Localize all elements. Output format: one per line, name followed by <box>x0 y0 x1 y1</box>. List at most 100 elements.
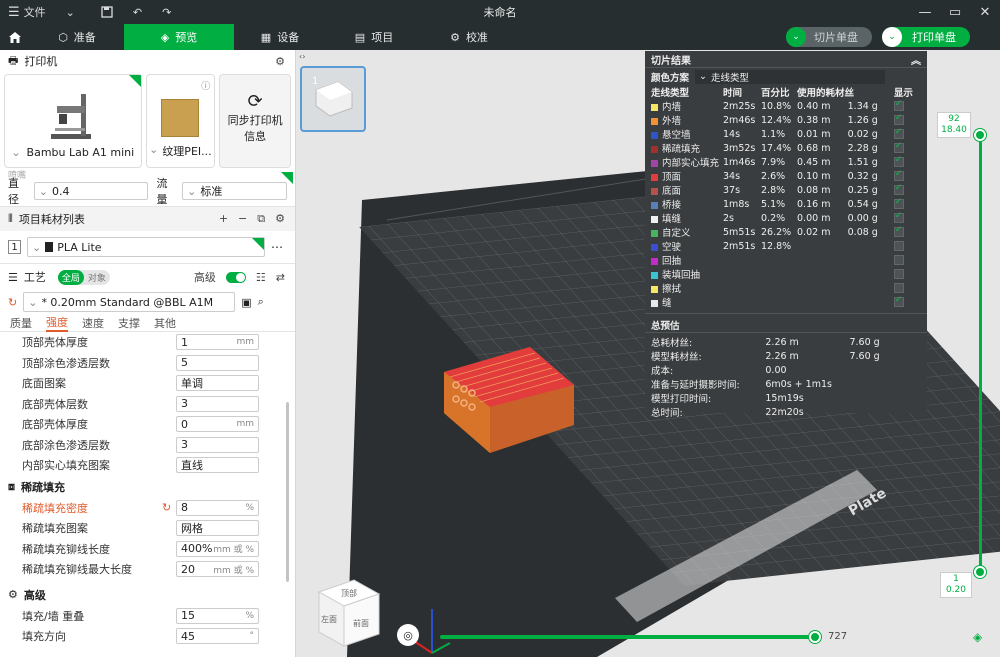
layer-slider-bottom-handle[interactable] <box>974 566 986 578</box>
visibility-checkbox[interactable] <box>893 295 904 307</box>
subtab-speed[interactable]: 速度 <box>82 315 104 331</box>
tab-preview[interactable]: ◈ 预览 <box>124 24 234 50</box>
view-cube-left[interactable]: 左面 <box>321 614 337 624</box>
reset-icon[interactable]: ↻ <box>162 501 171 514</box>
visibility-checkbox[interactable] <box>893 169 904 181</box>
scope-toggle[interactable]: 全局 对象 <box>57 269 110 285</box>
feature-row[interactable]: 填缝 2s 0.2% 0.00 m 0.00 g <box>649 211 923 225</box>
feature-row[interactable]: 自定义 5m51s 26.2% 0.02 m 0.08 g <box>649 225 923 239</box>
visibility-checkbox[interactable] <box>893 211 904 223</box>
feature-row[interactable]: 擦拭 <box>649 281 923 295</box>
param-input[interactable]: 8% <box>176 499 259 516</box>
printer-model-card[interactable]: ⌄ Bambu Lab A1 mini <box>4 74 142 168</box>
param-input[interactable]: 15% <box>176 607 259 624</box>
tab-device[interactable]: ▦ 设备 <box>234 24 326 50</box>
feature-row[interactable]: 外墙 2m46s 12.4% 0.38 m 1.26 g <box>649 113 923 127</box>
subtab-strength[interactable]: 强度 <box>46 314 68 332</box>
search-icon[interactable]: ⌕ <box>258 295 264 309</box>
maximize-button[interactable]: ▭ <box>940 0 970 24</box>
feature-row[interactable]: 顶面 34s 2.6% 0.10 m 0.32 g <box>649 169 923 183</box>
redo-button[interactable]: ↷ <box>156 6 177 19</box>
minimize-button[interactable]: — <box>910 0 940 24</box>
visibility-checkbox[interactable] <box>893 241 904 251</box>
feature-row[interactable]: 稀疏填充 3m52s 17.4% 0.68 m 2.28 g <box>649 141 923 155</box>
nozzle-diameter-select[interactable]: ⌄ 0.4 <box>33 182 149 200</box>
param-input[interactable]: 20 mm 或 % <box>176 561 259 578</box>
scope-global[interactable]: 全局 <box>57 269 84 285</box>
collapse-icon[interactable]: ︽ <box>911 52 921 67</box>
feature-row[interactable]: 底面 37s 2.8% 0.08 m 0.25 g <box>649 183 923 197</box>
model-preview[interactable] <box>440 347 580 457</box>
list-icon[interactable]: ☷ <box>256 271 266 284</box>
param-input[interactable]: 直线 <box>176 457 259 474</box>
subtab-support[interactable]: 支撑 <box>118 315 140 331</box>
param-input[interactable]: 1 mm <box>176 334 259 351</box>
compare-icon[interactable]: ⇄ <box>276 271 285 284</box>
collapse-sidebar-icon[interactable]: ‹› <box>299 52 305 61</box>
gear-icon[interactable]: ⚙ <box>275 55 285 68</box>
param-input[interactable]: 3 <box>176 395 259 412</box>
sync-printer-button[interactable]: ⟳ 同步打印机 信息 <box>219 74 291 168</box>
home-button[interactable] <box>0 24 30 50</box>
layers-toggle-icon[interactable]: ◈ <box>973 630 982 644</box>
slice-plate-button[interactable]: ⌄ 切片单盘 <box>786 27 872 47</box>
close-button[interactable]: ✕ <box>970 0 1000 24</box>
visibility-checkbox[interactable] <box>893 99 904 111</box>
move-slider-handle[interactable] <box>809 631 821 643</box>
visibility-checkbox[interactable] <box>893 127 904 139</box>
plate-type-card[interactable]: ⓘ ⌄ 纹理PEI... <box>145 74 216 168</box>
advanced-toggle[interactable] <box>225 271 246 283</box>
feature-row[interactable]: 内墙 2m25s 10.8% 0.40 m 1.34 g <box>649 99 923 113</box>
title-dropdown-button[interactable]: ⌄ <box>60 6 81 19</box>
param-input[interactable]: 5 <box>176 354 259 371</box>
fit-view-icon[interactable]: ◎ <box>397 624 419 646</box>
print-plate-button[interactable]: ⌄ 打印单盘 <box>882 27 970 47</box>
view-cube-front[interactable]: 前面 <box>353 618 369 628</box>
save-button[interactable] <box>95 6 119 18</box>
move-slider-track[interactable] <box>440 635 816 639</box>
subtab-others[interactable]: 其他 <box>154 315 176 331</box>
tab-project[interactable]: ▤ 项目 <box>326 24 422 50</box>
param-input[interactable]: 单调 <box>176 375 259 392</box>
visibility-checkbox[interactable] <box>893 283 904 293</box>
remove-icon[interactable]: − <box>238 212 247 226</box>
info-icon[interactable]: ⓘ <box>201 79 210 92</box>
tab-calibration[interactable]: ⚙ 校准 <box>422 24 516 50</box>
save-preset-icon[interactable]: ▣ <box>241 296 251 309</box>
chevron-down-icon[interactable]: ⌄ <box>786 27 806 47</box>
undo-button[interactable]: ↶ <box>127 6 148 19</box>
param-input[interactable]: 400% mm 或 % <box>176 540 259 557</box>
feature-row[interactable]: 回抽 <box>649 253 923 267</box>
reset-icon[interactable]: ↻ <box>8 296 17 309</box>
visibility-checkbox[interactable] <box>893 113 904 125</box>
feature-row[interactable]: 悬空墙 14s 1.1% 0.01 m 0.02 g <box>649 127 923 141</box>
filament-select[interactable]: ⌄ PLA Lite <box>27 237 265 257</box>
plate-thumbnail[interactable]: 1 <box>300 66 366 132</box>
subtab-quality[interactable]: 质量 <box>10 315 32 331</box>
file-menu[interactable]: ☰ 文件 <box>0 4 52 20</box>
visibility-checkbox[interactable] <box>893 183 904 195</box>
process-preset-select[interactable]: ⌄ * 0.20mm Standard @BBL A1M <box>23 292 236 312</box>
chevron-down-icon[interactable]: ⌄ <box>882 27 902 47</box>
more-options-icon[interactable]: ⋯ <box>271 240 283 254</box>
layer-slider-track[interactable] <box>979 135 982 572</box>
feature-row[interactable]: 空驶 2m51s 12.8% <box>649 239 923 253</box>
feature-row[interactable]: 缝 <box>649 295 923 309</box>
feature-row[interactable]: 内部实心填充 1m46s 7.9% 0.45 m 1.51 g <box>649 155 923 169</box>
layer-slider-top-handle[interactable] <box>974 129 986 141</box>
visibility-checkbox[interactable] <box>893 141 904 153</box>
feature-row[interactable]: 桥接 1m8s 5.1% 0.16 m 0.54 g <box>649 197 923 211</box>
feature-row[interactable]: 装填回抽 <box>649 267 923 281</box>
param-input[interactable]: 网格 <box>176 520 259 537</box>
visibility-checkbox[interactable] <box>893 225 904 237</box>
gear-icon[interactable]: ⚙ <box>275 212 285 226</box>
add-icon[interactable]: + <box>219 212 228 226</box>
scope-object[interactable]: 对象 <box>84 270 110 285</box>
view-cube-top[interactable]: 顶部 <box>341 588 357 598</box>
visibility-checkbox[interactable] <box>893 269 904 279</box>
visibility-checkbox[interactable] <box>893 255 904 265</box>
visibility-checkbox[interactable] <box>893 197 904 209</box>
param-input[interactable]: 0 mm <box>176 416 259 433</box>
tab-prepare[interactable]: ⬡ 准备 <box>30 24 124 50</box>
color-scheme-select[interactable]: ⌄ 走线类型 <box>695 69 886 84</box>
